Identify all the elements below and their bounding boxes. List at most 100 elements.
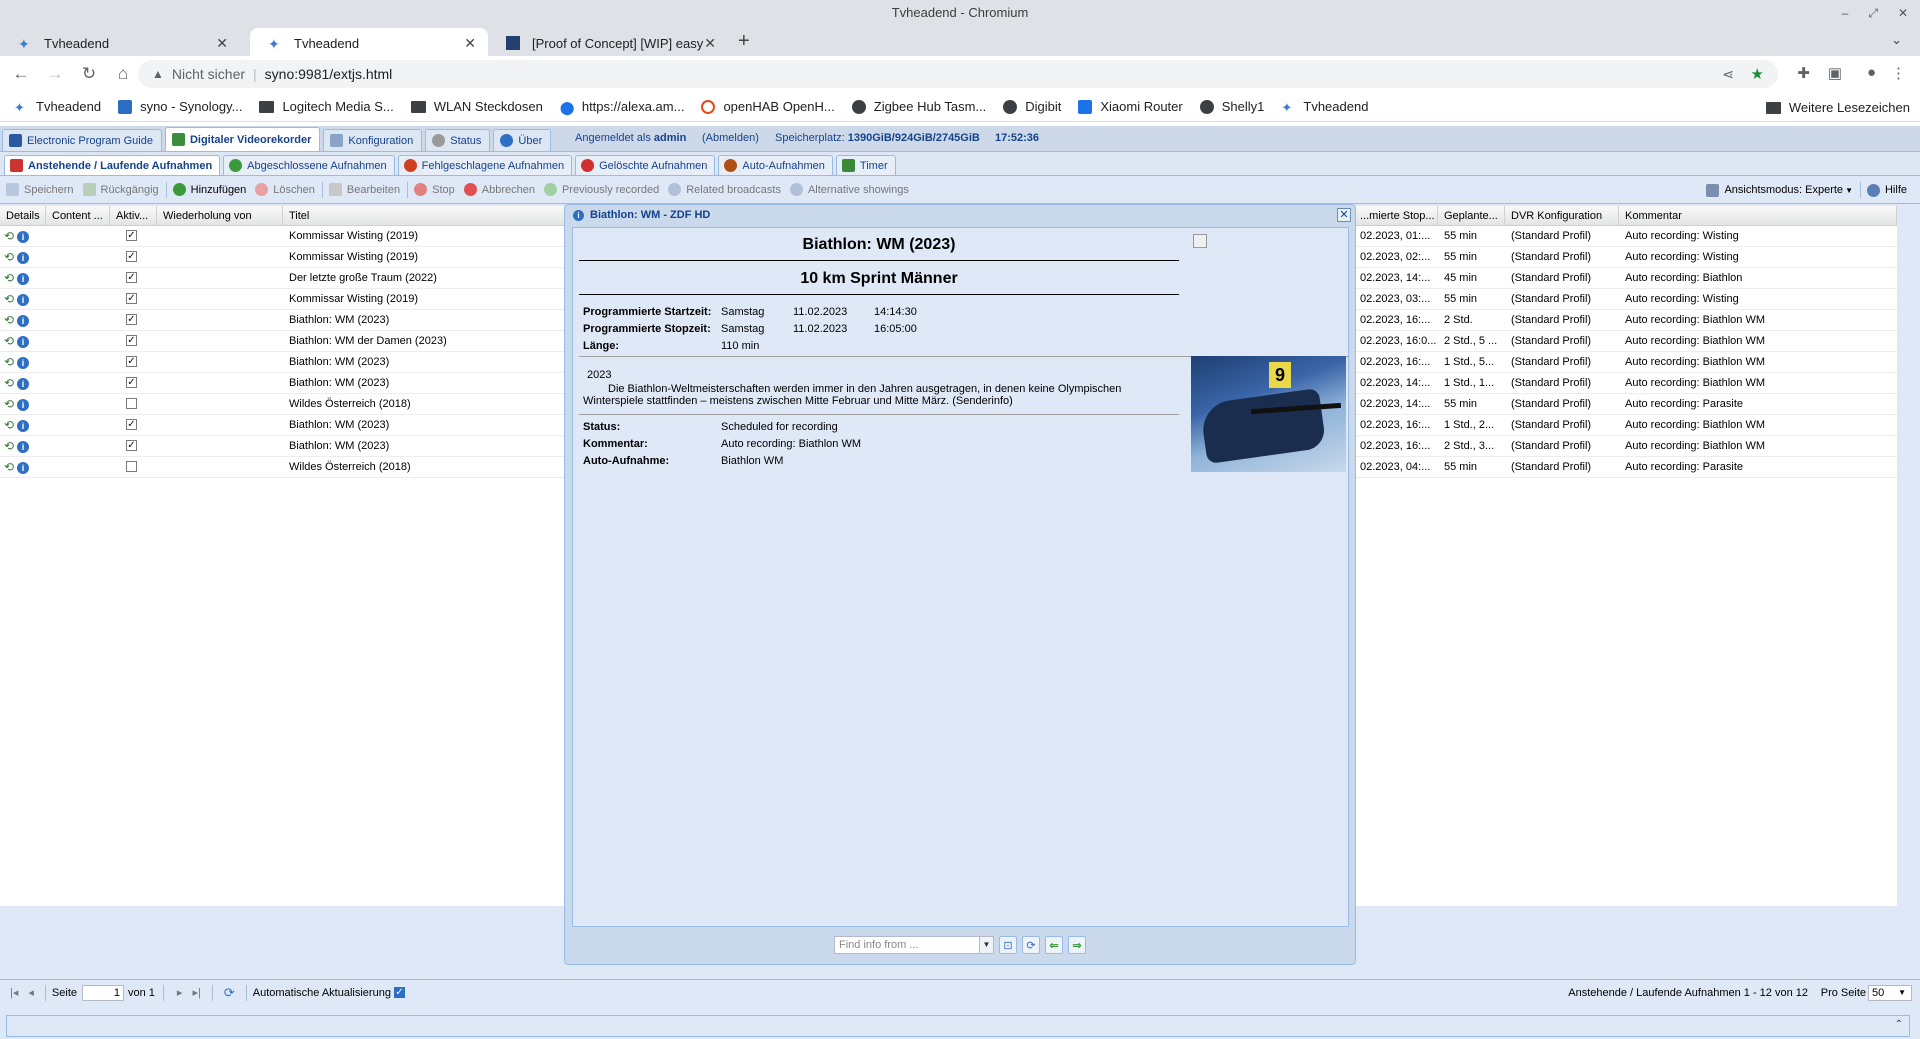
close-tab-icon[interactable]: ✕: [704, 35, 716, 52]
info-icon[interactable]: i: [17, 419, 30, 432]
minimize-icon[interactable]: –: [1842, 0, 1849, 26]
cell-active[interactable]: ✓: [110, 352, 157, 373]
info-icon[interactable]: i: [17, 251, 30, 264]
col-details[interactable]: Details: [0, 206, 46, 225]
omnibox[interactable]: ▲ Nicht sicher | syno:9981/extjs.html ⋖ …: [138, 60, 1778, 88]
cell-active[interactable]: ✓: [110, 436, 157, 457]
col-comment[interactable]: Kommentar: [1619, 206, 1897, 225]
tab-dvr[interactable]: Digitaler Videorekorder: [164, 127, 321, 151]
side-panel-icon[interactable]: ▣: [1828, 64, 1842, 82]
logout-link[interactable]: (Abmelden): [702, 132, 759, 144]
col-duration[interactable]: Geplante...: [1438, 206, 1505, 225]
back-icon[interactable]: ←: [4, 64, 38, 84]
cell-active[interactable]: ✓: [110, 268, 157, 289]
info-icon[interactable]: i: [17, 440, 30, 453]
info-icon[interactable]: i: [17, 293, 30, 306]
dialog-titlebar[interactable]: i Biathlon: WM - ZDF HD: [565, 205, 1355, 225]
cell-details[interactable]: ⟲ i: [0, 457, 46, 478]
next-entry-button[interactable]: ⇒: [1068, 936, 1086, 954]
bookmark-star-icon[interactable]: ★: [1751, 65, 1764, 83]
active-checkbox[interactable]: [126, 398, 137, 410]
page-input[interactable]: 1: [82, 984, 124, 1001]
cell-active[interactable]: ✓: [110, 373, 157, 394]
bookmark-item[interactable]: Zigbee Hub Tasm...: [851, 99, 986, 114]
cell-details[interactable]: ⟲ i: [0, 226, 46, 247]
search-info-button[interactable]: ⊡: [999, 936, 1017, 954]
reload-icon[interactable]: ↻: [72, 64, 106, 84]
find-info-combo[interactable]: Find info from ... ▼: [834, 936, 994, 954]
bookmark-folder[interactable]: Logitech Media S...: [259, 99, 394, 114]
forward-icon[interactable]: →: [38, 64, 72, 84]
info-icon[interactable]: i: [17, 314, 30, 327]
active-checkbox[interactable]: ✓: [126, 251, 137, 263]
col-dvr-config[interactable]: DVR Konfiguration: [1505, 206, 1619, 225]
subtab-failed[interactable]: Fehlgeschlagene Aufnahmen: [397, 155, 573, 175]
save-button[interactable]: Speichern: [6, 183, 74, 196]
bookmark-item[interactable]: Shelly1: [1199, 99, 1264, 114]
subtab-autorec[interactable]: Auto-Aufnahmen: [718, 155, 833, 175]
close-window-icon[interactable]: ✕: [1898, 0, 1908, 26]
active-checkbox[interactable]: ✓: [126, 293, 137, 305]
close-tab-icon[interactable]: ✕: [216, 35, 228, 52]
cell-details[interactable]: ⟲ i: [0, 310, 46, 331]
close-tab-icon[interactable]: ✕: [464, 35, 476, 52]
alternative-showings-button[interactable]: Alternative showings: [789, 183, 909, 196]
per-page-select[interactable]: 50 ▼: [1868, 984, 1912, 1001]
col-repeat-of[interactable]: Wiederholung von: [157, 206, 283, 225]
cell-details[interactable]: ⟲ i: [0, 352, 46, 373]
active-checkbox[interactable]: ✓: [126, 314, 137, 326]
active-checkbox[interactable]: ✓: [126, 335, 137, 347]
info-icon[interactable]: i: [17, 356, 30, 369]
cell-details[interactable]: ⟲ i: [0, 436, 46, 457]
share-icon[interactable]: ⋖: [1722, 66, 1734, 83]
cell-details[interactable]: ⟲ i: [0, 331, 46, 352]
col-content[interactable]: Content ...: [46, 206, 110, 225]
active-checkbox[interactable]: ✓: [126, 419, 137, 431]
previously-recorded-button[interactable]: Previously recorded: [543, 183, 659, 196]
info-icon[interactable]: i: [17, 461, 30, 474]
active-checkbox[interactable]: ✓: [126, 377, 137, 389]
auto-refresh-checkbox[interactable]: ✓: [393, 987, 405, 998]
expand-up-icon[interactable]: ⌃: [1895, 1019, 1903, 1030]
cell-active[interactable]: ✓: [110, 415, 157, 436]
bookmark-item[interactable]: ⬤ https://alexa.am...: [560, 99, 685, 115]
cell-active[interactable]: ✓: [110, 247, 157, 268]
cell-active[interactable]: [110, 457, 157, 478]
active-checkbox[interactable]: ✓: [126, 230, 137, 242]
active-checkbox[interactable]: [126, 461, 137, 473]
browser-tab-1[interactable]: ✦ Tvheadend ✕: [0, 28, 240, 58]
maximize-icon[interactable]: ⤢: [1868, 0, 1878, 26]
cell-details[interactable]: ⟲ i: [0, 268, 46, 289]
related-broadcasts-button[interactable]: Related broadcasts: [668, 183, 781, 196]
delete-button[interactable]: Löschen: [255, 183, 315, 196]
cell-active[interactable]: ✓: [110, 331, 157, 352]
prev-page-icon[interactable]: ◂: [28, 986, 34, 999]
cell-details[interactable]: ⟲ i: [0, 415, 46, 436]
stop-button[interactable]: Stop: [414, 183, 455, 196]
bookmark-item[interactable]: openHAB OpenH...: [701, 99, 835, 114]
menu-kebab-icon[interactable]: ⋮: [1891, 64, 1906, 82]
next-page-icon[interactable]: ▸: [177, 986, 183, 999]
bookmark-folder[interactable]: WLAN Steckdosen: [410, 99, 543, 114]
subtab-timer[interactable]: Timer: [835, 155, 896, 175]
add-button[interactable]: Hinzufügen: [172, 183, 246, 196]
active-checkbox[interactable]: ✓: [126, 440, 137, 452]
col-stop[interactable]: ...mierte Stop...: [1354, 206, 1438, 225]
new-tab-icon[interactable]: +: [738, 30, 750, 53]
bookmark-item[interactable]: Digibit: [1003, 99, 1061, 114]
edit-button[interactable]: Bearbeiten: [328, 183, 400, 196]
help-button[interactable]: Hilfe: [1866, 183, 1907, 197]
info-icon[interactable]: i: [17, 377, 30, 390]
col-active[interactable]: Aktiv...: [110, 206, 157, 225]
home-icon[interactable]: ⌂: [106, 64, 140, 84]
cell-active[interactable]: ✓: [110, 289, 157, 310]
tab-config[interactable]: Konfiguration: [323, 129, 423, 151]
first-page-icon[interactable]: |◂: [10, 986, 18, 999]
cell-details[interactable]: ⟲ i: [0, 394, 46, 415]
extensions-icon[interactable]: ✚: [1797, 64, 1810, 82]
cell-details[interactable]: ⟲ i: [0, 289, 46, 310]
bookmark-item[interactable]: syno - Synology...: [118, 99, 242, 114]
browser-tab-2[interactable]: ✦ Tvheadend ✕: [250, 28, 488, 58]
subtab-upcoming[interactable]: Anstehende / Laufende Aufnahmen: [4, 155, 221, 175]
view-mode-button[interactable]: Ansichtsmodus: Experte ▼: [1706, 183, 1853, 197]
